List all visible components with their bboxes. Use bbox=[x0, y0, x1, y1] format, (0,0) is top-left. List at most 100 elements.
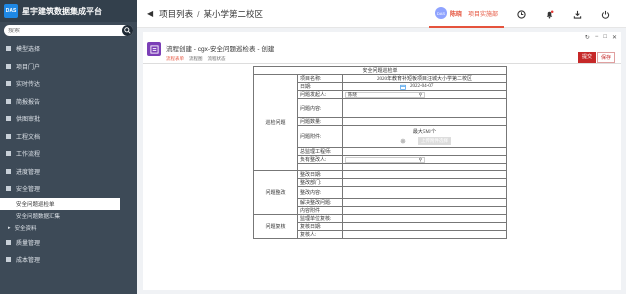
tab-status[interactable]: 流程状态 bbox=[208, 56, 226, 62]
search-icon: ⚲ bbox=[418, 91, 422, 97]
menu-icon bbox=[6, 239, 11, 245]
download-button[interactable] bbox=[566, 0, 588, 28]
workflow-icon bbox=[149, 44, 159, 54]
sidebar-item-report[interactable]: 简报报告 bbox=[0, 93, 137, 111]
save-button[interactable]: 保存 bbox=[596, 52, 615, 63]
form-actions: 提交 保存 bbox=[577, 52, 615, 63]
tab-diagram[interactable]: 流程图 bbox=[189, 56, 203, 62]
menu-icon bbox=[6, 151, 11, 157]
rect-dept-input[interactable] bbox=[342, 178, 507, 188]
table-caption: 安全问题巡检单 bbox=[253, 66, 507, 75]
power-icon bbox=[601, 10, 609, 19]
menu-icon bbox=[6, 168, 11, 174]
sidebar-item-label: 供图审批 bbox=[16, 117, 41, 124]
attachment-cell: 最大5M/个 ✸ 上传附件选择 bbox=[342, 125, 507, 148]
back-icon[interactable]: ◀ bbox=[147, 9, 153, 18]
sidebar-item-workflow[interactable]: 工作流程 bbox=[0, 145, 137, 163]
sidebar-item-label: 工程文档 bbox=[16, 134, 41, 141]
notification-button[interactable] bbox=[538, 0, 560, 28]
attachment-label: 问题附件: bbox=[297, 125, 343, 148]
submit-button[interactable]: 提交 bbox=[577, 52, 596, 63]
search-input[interactable] bbox=[8, 27, 108, 34]
window-controls: ↻ − □ ✕ bbox=[580, 34, 617, 41]
sidebar-item-realtime[interactable]: 实时传达 bbox=[0, 75, 137, 93]
menu-icon bbox=[6, 63, 11, 69]
user-name: 陈晓 bbox=[449, 11, 462, 18]
review-unit-input[interactable] bbox=[342, 214, 507, 224]
clock-icon bbox=[516, 9, 526, 19]
rect-date-input[interactable] bbox=[342, 170, 507, 180]
sidebar-item-label: 简报报告 bbox=[16, 99, 41, 106]
sidebar-item-safety[interactable]: 安全管理 bbox=[0, 180, 137, 198]
rect-content-input[interactable] bbox=[342, 186, 507, 200]
minimize-icon[interactable]: − bbox=[595, 34, 599, 41]
sidebar-item-label: 安全管理 bbox=[16, 187, 41, 194]
menu-icon bbox=[6, 81, 11, 87]
sidebar-subitem-inspection[interactable]: 安全问题巡检单 bbox=[0, 197, 120, 210]
top-right-toolbar: DAS 陈晓 项目实施部 bbox=[428, 0, 616, 28]
group-inspection: 巡检问题 bbox=[253, 73, 298, 172]
sidebar-item-label: 进度管理 bbox=[16, 169, 41, 176]
sidebar-item-approval[interactable]: 供图审批 bbox=[0, 110, 137, 128]
menu-icon bbox=[6, 116, 11, 122]
user-tab[interactable]: DAS 陈晓 项目实施部 bbox=[428, 0, 504, 28]
project-name-value: 2020年教育补短板项目汪城大小学第二校区 bbox=[342, 74, 507, 83]
tab-form[interactable]: 流程表单 bbox=[166, 56, 184, 62]
engineer-input[interactable] bbox=[342, 147, 507, 156]
reviewer-input[interactable] bbox=[342, 230, 507, 240]
owner-select[interactable]: ⚲ bbox=[345, 156, 425, 163]
maximize-icon[interactable]: □ bbox=[603, 34, 607, 41]
rect-solve-input[interactable] bbox=[342, 198, 507, 208]
sidebar-item-docs[interactable]: 工程文档 bbox=[0, 128, 137, 146]
search-icon bbox=[124, 27, 131, 34]
clock-button[interactable] bbox=[510, 0, 532, 28]
bell-icon bbox=[546, 10, 553, 19]
search-icon: ⚲ bbox=[418, 156, 422, 162]
reviewer-label: 复核人: bbox=[297, 230, 343, 240]
initiator-select[interactable]: 陈晓 ⚲ bbox=[345, 91, 425, 98]
sidebar-item-portal[interactable]: 项目门户 bbox=[0, 58, 137, 76]
sidebar-item-label: 实时传达 bbox=[16, 82, 41, 89]
sidebar-subitem-materials[interactable]: 安全资料 bbox=[0, 222, 137, 234]
sidebar-item-model[interactable]: 模型选择 bbox=[0, 40, 137, 58]
count-input[interactable] bbox=[342, 117, 507, 126]
rect-solve-label: 解决整改问题: bbox=[297, 198, 343, 208]
close-icon[interactable]: ✕ bbox=[612, 34, 617, 41]
rect-content-label: 整改内容: bbox=[297, 186, 343, 200]
initiator-label: 问题发起人: bbox=[297, 90, 343, 99]
rect-attachment-input[interactable] bbox=[342, 206, 507, 216]
rect-dept-label: 整改部门: bbox=[297, 178, 343, 188]
breadcrumb-root[interactable]: 项目列表 bbox=[159, 8, 193, 20]
review-date-label: 复核日期: bbox=[297, 222, 343, 232]
form-tabs: 流程表单 流程图 流程状态 bbox=[166, 56, 274, 62]
owner-cell: ⚲ bbox=[342, 155, 507, 164]
count-label: 问题数量: bbox=[297, 117, 343, 126]
menu-icon bbox=[6, 186, 11, 192]
sidebar-item-progress[interactable]: 进度管理 bbox=[0, 163, 137, 181]
menu-icon bbox=[6, 257, 11, 263]
sidebar-subitem-data[interactable]: 安全问题数据汇集 bbox=[0, 210, 137, 222]
sidebar-item-label: 工作流程 bbox=[16, 152, 41, 159]
project-name-label: 项目名称: bbox=[297, 74, 343, 83]
inspection-table: 安全问题巡检单 巡检问题 项目名称: 2020年教育补短板项目汪城大小学第二校区… bbox=[253, 66, 507, 240]
sidebar-nav: 模型选择 项目门户 实时传达 简报报告 供图审批 工程文档 工作流程 进度管理 … bbox=[0, 40, 137, 269]
sidebar-item-cost[interactable]: 成本管理 bbox=[0, 251, 137, 269]
brand-header: DAS 星宇建筑数据集成平台 bbox=[0, 0, 137, 22]
refresh-icon[interactable]: ↻ bbox=[585, 34, 590, 41]
owner-label: 负有整改人: bbox=[297, 155, 343, 164]
sidebar-item-label: 项目门户 bbox=[16, 64, 41, 71]
menu-icon bbox=[6, 133, 11, 139]
sidebar-item-quality[interactable]: 质量管理 bbox=[0, 234, 137, 252]
breadcrumb: ◀ 项目列表 / 某小学第二校区 bbox=[137, 8, 263, 20]
review-date-input[interactable] bbox=[342, 222, 507, 232]
sidebar-item-label: 质量管理 bbox=[16, 240, 41, 247]
content-input[interactable] bbox=[342, 98, 507, 118]
form-header: 流程创建 - cgx-安全问题巡检表 - 创建 流程表单 流程图 流程状态 bbox=[147, 42, 274, 62]
rect-date-label: 整改日期: bbox=[297, 170, 343, 180]
form-icon bbox=[147, 42, 161, 56]
search-button[interactable] bbox=[122, 25, 133, 36]
logout-button[interactable] bbox=[594, 0, 616, 28]
date-field[interactable]: 2022-04-07 bbox=[342, 82, 507, 91]
upload-button[interactable]: 上传附件选择 bbox=[418, 137, 451, 145]
content-label: 问题内容: bbox=[297, 98, 343, 118]
